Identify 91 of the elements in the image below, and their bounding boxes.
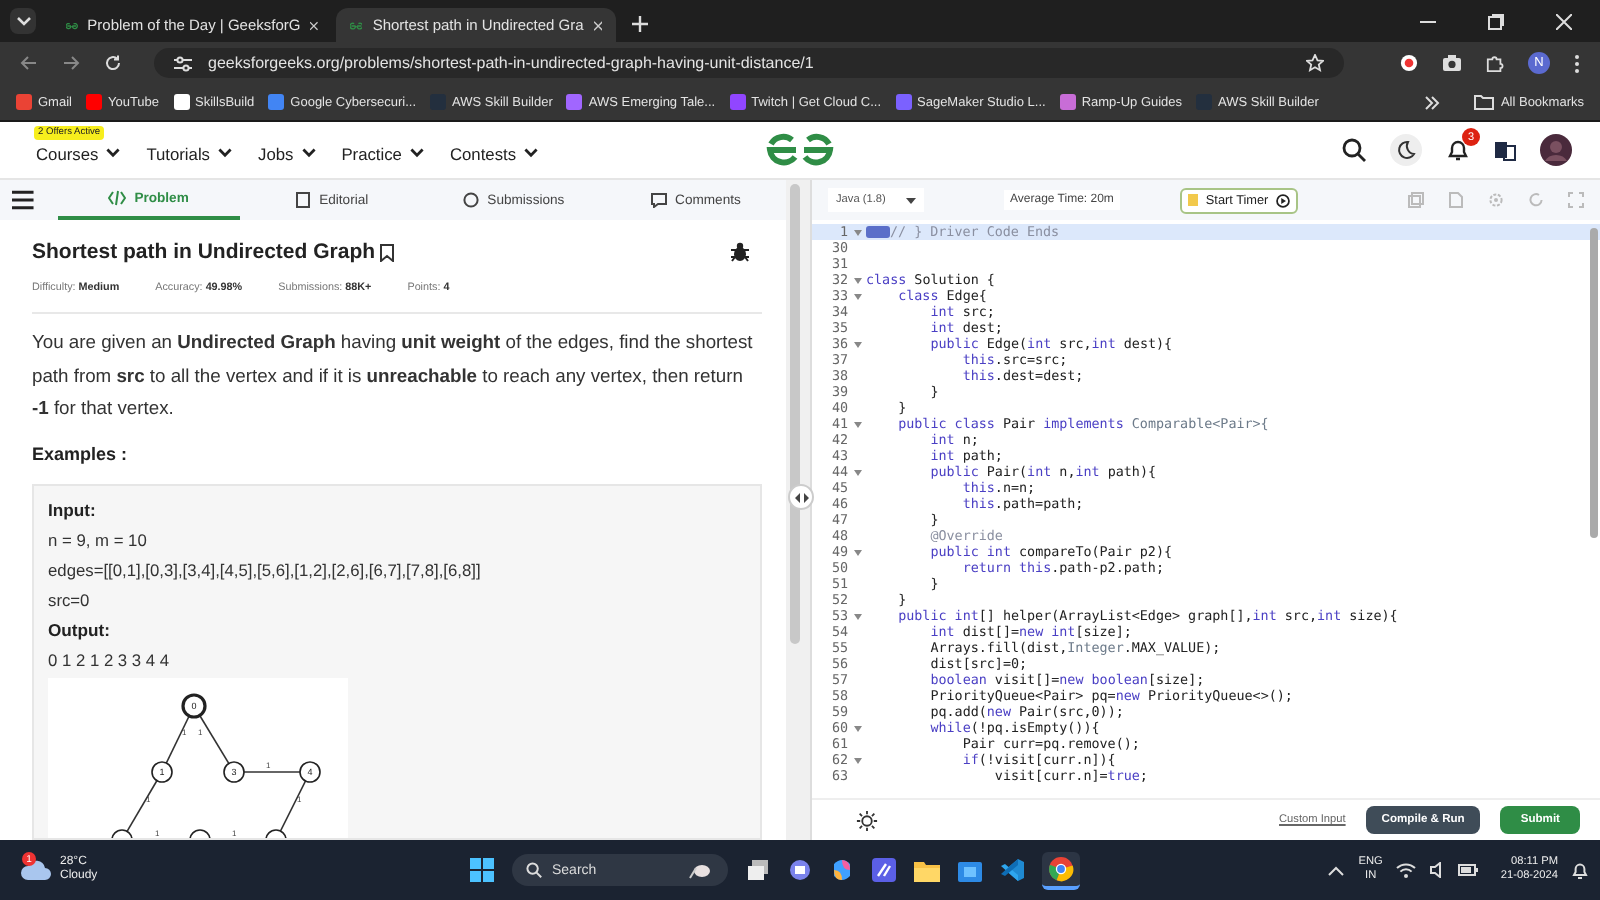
menu-icon[interactable] xyxy=(12,190,34,210)
notification-bell-icon[interactable] xyxy=(1572,861,1588,879)
nav-menu[interactable]: Practice xyxy=(341,143,424,163)
app-icon[interactable] xyxy=(872,858,896,882)
caret-icon xyxy=(906,197,916,203)
problem-description: You are given an Undirected Graph having unit weight of the edges, find the shortest path from src to all the vertex and if it is unreachable to reach any vertex, then return -1 for that vertex. xyxy=(32,328,755,422)
browser-app-button[interactable] xyxy=(1042,851,1080,889)
forward-icon[interactable] xyxy=(62,54,80,72)
caret-icon xyxy=(218,148,232,158)
fold-caret-icon[interactable] xyxy=(853,549,861,555)
timer-icon xyxy=(1187,194,1198,206)
search-icon xyxy=(526,862,542,878)
arrows-icon xyxy=(793,491,809,503)
fold-caret-icon[interactable] xyxy=(853,421,861,427)
search-icon[interactable] xyxy=(1342,138,1366,162)
resize-handle[interactable] xyxy=(788,484,814,510)
fold-caret-icon[interactable] xyxy=(853,293,861,299)
site-logo-icon xyxy=(350,19,363,31)
copilot-icon[interactable] xyxy=(830,858,854,882)
fold-caret-icon[interactable] xyxy=(853,725,861,731)
code-icon xyxy=(108,190,127,206)
cloud-icon xyxy=(20,860,52,880)
fold-caret-icon[interactable] xyxy=(853,757,861,763)
nav-menu[interactable]: Tutorials xyxy=(146,143,232,163)
scrollbar[interactable] xyxy=(1590,228,1598,538)
user-avatar[interactable] xyxy=(1540,134,1572,166)
browser-icon xyxy=(1048,855,1074,881)
chat-app-icon[interactable] xyxy=(788,858,812,882)
problem-title: Shortest path in Undirected Graph xyxy=(32,240,376,264)
scrollbar[interactable] xyxy=(790,184,800,644)
example-text: src=0 xyxy=(48,587,92,613)
theme-toggle[interactable] xyxy=(1390,134,1422,166)
tab-search-button[interactable] xyxy=(10,8,36,34)
document-icon xyxy=(293,192,312,208)
start-icon[interactable] xyxy=(470,858,494,882)
nav-menu[interactable]: Courses xyxy=(36,143,121,163)
translate-icon[interactable] xyxy=(1494,139,1516,161)
battery-icon[interactable] xyxy=(1458,864,1479,876)
folded-code-marker[interactable] xyxy=(866,226,890,238)
caret-icon xyxy=(409,148,424,158)
site-logo-icon xyxy=(66,19,78,31)
fold-caret-icon[interactable] xyxy=(853,277,861,283)
chevrons-icon[interactable] xyxy=(1424,95,1441,109)
lightbulb-icon[interactable] xyxy=(856,809,878,831)
reload-icon[interactable] xyxy=(104,54,122,72)
record-icon[interactable] xyxy=(1400,54,1418,72)
task-view-icon[interactable] xyxy=(746,858,770,882)
fold-caret-icon[interactable] xyxy=(853,613,861,619)
caret-icon xyxy=(15,15,31,27)
caret-icon xyxy=(106,148,121,158)
section-heading: Examples : xyxy=(32,443,130,463)
folder-icon xyxy=(1474,94,1495,110)
nav-menu[interactable]: Jobs xyxy=(258,143,316,163)
caret-icon xyxy=(301,148,316,158)
extensions-icon[interactable] xyxy=(1486,54,1504,72)
search-highlight-icon xyxy=(686,861,714,879)
bug-icon[interactable] xyxy=(730,242,750,262)
nav-menu[interactable]: Contests xyxy=(449,143,539,163)
address-bar[interactable]: geeksforgeeks.org/problems/shortest-path-in-undirected-graph-having-unit-distance/1 xyxy=(154,48,1344,78)
fold-caret-icon[interactable] xyxy=(853,229,861,235)
bookmark-icon[interactable] xyxy=(379,243,394,261)
example-label: Input: xyxy=(48,497,98,524)
moon-icon xyxy=(1396,140,1416,160)
comment-icon xyxy=(649,192,668,208)
wifi-icon[interactable] xyxy=(1396,862,1417,878)
close-icon[interactable] xyxy=(1556,14,1572,30)
bell-icon[interactable] xyxy=(1446,138,1470,162)
fold-caret-icon[interactable] xyxy=(853,341,861,347)
close-icon[interactable] xyxy=(593,19,602,31)
example-text: n = 9, m = 10 xyxy=(48,527,149,553)
example-label: Output: xyxy=(48,617,113,644)
menu-icon[interactable] xyxy=(1574,53,1580,73)
caret-icon xyxy=(524,148,539,158)
logo-icon[interactable] xyxy=(764,132,836,168)
folder-icon[interactable] xyxy=(914,859,940,881)
star-icon[interactable] xyxy=(1306,54,1324,72)
example-text: 0 1 2 1 2 3 3 4 4 xyxy=(48,647,172,673)
camera-icon[interactable] xyxy=(1442,54,1462,72)
site-info-icon[interactable] xyxy=(174,55,192,71)
code-editor-app-icon[interactable] xyxy=(1000,858,1024,882)
example-text: edges=[[0,1],[0,3],[3,4],[4,5],[5,6],[1,2],[2,6],[6,7],[7,8],[6,8]] xyxy=(48,557,483,584)
store-icon[interactable] xyxy=(958,858,982,882)
fold-caret-icon[interactable] xyxy=(853,469,861,475)
play-icon xyxy=(1276,193,1291,207)
new-tab-icon[interactable] xyxy=(632,16,648,32)
close-icon[interactable] xyxy=(310,19,318,31)
clock-icon xyxy=(461,192,480,208)
restore-icon[interactable] xyxy=(1488,14,1504,30)
back-icon[interactable] xyxy=(20,54,38,72)
volume-icon[interactable] xyxy=(1430,862,1445,878)
chevron-up-icon[interactable] xyxy=(1328,865,1345,875)
